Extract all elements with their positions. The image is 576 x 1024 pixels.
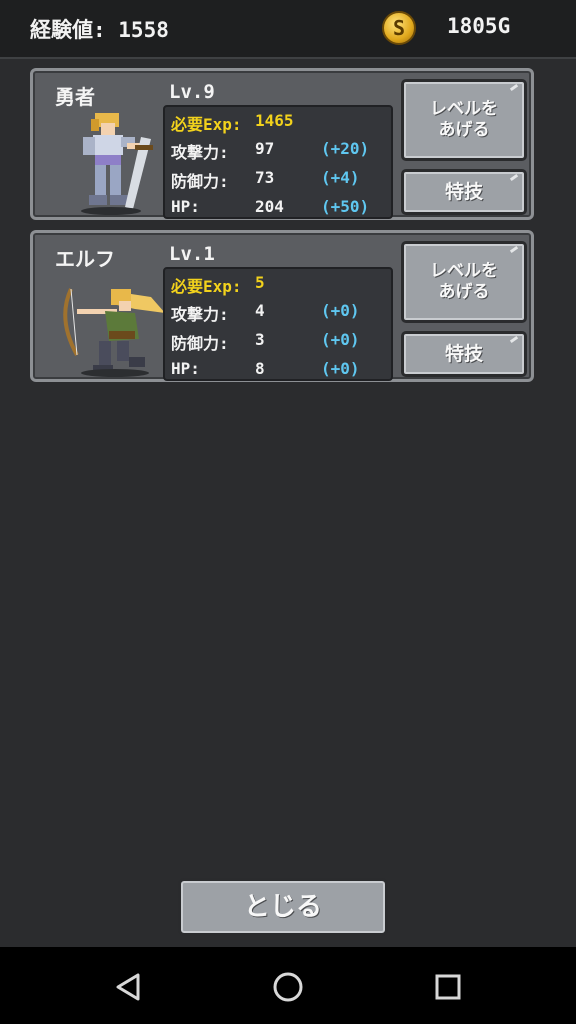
character-name: エルフ: [55, 247, 115, 271]
defense-label: 防御力:: [171, 334, 229, 353]
hp-bonus: (+0): [321, 359, 360, 378]
stats-panel: 必要Exp: 1465 攻撃力: 97 (+20) 防御力: 73 (+4) H…: [163, 105, 393, 219]
character-card-elf: エルフ Lv.1 必要Exp: 5 攻撃力: 4 (+0) 防御力: 3 (+0…: [30, 230, 534, 382]
required-exp-label: 必要Exp:: [171, 277, 242, 296]
status-bar: 経験値: 1558 S 1805G: [0, 0, 576, 59]
level-up-line1: レベルを: [430, 99, 498, 119]
level-up-line1: レベルを: [430, 261, 498, 281]
defense-value: 73: [255, 168, 275, 187]
attack-value: 4: [255, 301, 265, 320]
hp-value: 204: [255, 197, 284, 216]
level-up-button[interactable]: レベルを あげる: [401, 241, 527, 323]
hp-bonus: (+50): [321, 197, 370, 216]
level-up-line2: あげる: [438, 282, 490, 302]
character-level: Lv.9: [169, 81, 215, 103]
hp-label: HP:: [171, 359, 200, 378]
home-icon[interactable]: [270, 969, 306, 1005]
gold-total: 1805G: [447, 14, 511, 38]
level-up-line2: あげる: [438, 120, 490, 140]
skill-button[interactable]: 特技: [401, 331, 527, 377]
attack-label: 攻撃力:: [171, 143, 229, 162]
recents-icon[interactable]: [430, 969, 466, 1005]
required-exp-label: 必要Exp:: [171, 115, 242, 134]
elf-sprite: [63, 288, 165, 377]
defense-bonus: (+4): [321, 168, 360, 187]
level-up-button[interactable]: レベルを あげる: [401, 79, 527, 161]
defense-label: 防御力:: [171, 172, 229, 191]
attack-bonus: (+20): [321, 139, 370, 158]
coin-icon: S: [382, 11, 416, 45]
character-name: 勇者: [55, 85, 95, 109]
hp-label: HP:: [171, 197, 200, 216]
attack-label: 攻撃力:: [171, 305, 229, 324]
attack-value: 97: [255, 139, 275, 158]
stats-panel: 必要Exp: 5 攻撃力: 4 (+0) 防御力: 3 (+0) HP: 8 (…: [163, 267, 393, 381]
required-exp-value: 1465: [255, 111, 294, 130]
back-icon[interactable]: [110, 969, 146, 1005]
hp-value: 8: [255, 359, 265, 378]
defense-bonus: (+0): [321, 330, 360, 349]
exp-total: 経験値: 1558: [30, 18, 169, 42]
android-nav-bar: [0, 947, 576, 1024]
hero-sprite: [81, 113, 153, 215]
character-level: Lv.1: [169, 243, 215, 265]
defense-value: 3: [255, 330, 265, 349]
skill-button[interactable]: 特技: [401, 169, 527, 215]
required-exp-value: 5: [255, 273, 265, 292]
character-card-hero: 勇者 Lv.9 必要Exp: 1465 攻撃力: 97 (+20) 防御力: 7…: [30, 68, 534, 220]
close-button[interactable]: とじる: [178, 878, 388, 936]
attack-bonus: (+0): [321, 301, 360, 320]
